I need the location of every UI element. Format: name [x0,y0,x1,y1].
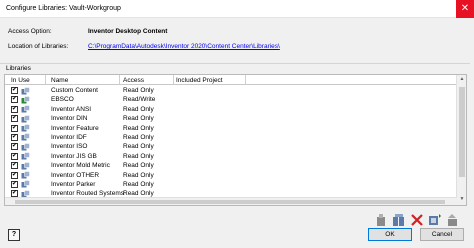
library-access: Read Only [123,115,154,123]
libraries-rows: ✔ Custom Content Read Only ✔ EBSCO Read/Write… [5,86,457,199]
library-readonly-icon [21,161,30,170]
table-row[interactable]: ✔ Inventor JIS GB Read Only [5,152,457,161]
close-button[interactable]: ✕ [456,0,474,18]
library-name: Inventor ANSI [51,105,92,113]
library-access: Read Only [123,162,154,170]
location-link[interactable]: C:\ProgramData\Autodesk\Inventor 2020\Co… [88,43,280,50]
table-row[interactable]: ✔ Inventor IDF Read Only [5,133,457,142]
library-access: Read/Write [123,96,156,104]
table-row[interactable]: ✔ Inventor ANSI Read Only [5,105,457,114]
in-use-checkbox[interactable]: ✔ [11,124,18,132]
library-access: Read Only [123,87,154,94]
in-use-checkbox[interactable]: ✔ [11,105,18,113]
library-name: Inventor Mold Metric [51,162,110,170]
table-row[interactable]: ✔ Inventor Mold Metric Read Only [5,161,457,170]
in-use-checkbox[interactable]: ✔ [11,162,18,170]
column-header-included-project[interactable]: Included Project [176,77,223,84]
library-readonly-icon [21,124,30,132]
vertical-scrollbar[interactable]: ▲ ▼ [456,75,466,205]
library-access: Read Only [123,171,154,179]
library-readonly-icon [21,152,30,160]
in-use-checkbox[interactable]: ✔ [11,133,18,141]
in-use-checkbox[interactable]: ✔ [11,180,18,188]
library-name: Inventor Feature [51,124,99,132]
library-access: Read Only [123,180,154,188]
dialog-footer: ? OK Cancel [0,225,474,248]
table-row[interactable]: ✔ EBSCO Read/Write [5,95,457,104]
table-row[interactable]: ✔ Inventor DIN Read Only [5,114,457,123]
library-readonly-icon [21,133,30,141]
table-row[interactable]: ✔ Inventor ISO Read Only [5,142,457,151]
library-name: Inventor JIS GB [51,152,97,160]
location-label: Location of Libraries: [8,43,69,50]
library-readonly-icon [21,143,30,151]
column-header-access[interactable]: Access [123,77,144,84]
library-readonly-icon [21,114,30,123]
ok-button[interactable]: OK [368,228,412,241]
in-use-checkbox[interactable]: ✔ [11,143,18,151]
help-button[interactable]: ? [8,229,20,241]
libraries-section-label: Libraries [6,65,31,72]
grid-header: In Use Name Access Included Project [5,75,457,85]
library-access: Read Only [123,152,154,160]
library-readonly-icon [21,171,30,179]
library-readwrite-icon [21,96,30,104]
horizontal-scrollbar[interactable] [5,197,457,205]
library-name: Inventor IDF [51,133,87,141]
table-row[interactable]: ✔ Inventor Feature Read Only [5,124,457,133]
title-bar: Configure Libraries: Vault-Workgroup ✕ [0,0,474,18]
in-use-checkbox[interactable]: ✔ [11,87,18,94]
library-access: Read Only [123,143,154,151]
access-option-label: Access Option: [8,28,52,35]
in-use-checkbox[interactable]: ✔ [11,152,18,160]
library-access: Read Only [123,124,154,132]
library-access: Read Only [123,133,154,141]
in-use-checkbox[interactable]: ✔ [11,115,18,123]
access-option-value: Inventor Desktop Content [88,28,168,35]
library-access: Read Only [123,105,154,113]
library-readonly-icon [21,180,30,188]
dialog-body: Access Option: Inventor Desktop Content … [0,18,474,248]
library-readonly-icon [21,105,30,113]
library-name: Inventor Parker [51,180,96,188]
column-header-name[interactable]: Name [51,77,68,84]
library-name: Custom Content [51,87,98,94]
library-name: Inventor DIN [51,115,88,123]
library-readonly-icon [21,86,30,95]
scroll-up-icon[interactable]: ▲ [459,76,465,84]
table-row[interactable]: ✔ Inventor OTHER Read Only [5,171,457,180]
libraries-grid[interactable]: In Use Name Access Included Project ✔ Cus… [4,74,467,206]
libraries-section: Libraries [0,63,470,72]
horizontal-scroll-thumb[interactable] [15,200,445,204]
library-name: Inventor ISO [51,143,88,151]
cancel-button[interactable]: Cancel [420,228,464,241]
scroll-down-icon[interactable]: ▼ [459,196,465,204]
table-row[interactable]: ✔ Inventor Parker Read Only [5,180,457,189]
library-name: Inventor OTHER [51,171,100,179]
column-header-in-use[interactable]: In Use [11,77,30,84]
library-name: EBSCO [51,96,74,104]
window-title: Configure Libraries: Vault-Workgroup [6,5,121,12]
in-use-checkbox[interactable]: ✔ [11,171,18,179]
vertical-scroll-thumb[interactable] [459,87,465,177]
in-use-checkbox[interactable]: ✔ [11,96,18,104]
table-row[interactable]: ✔ Custom Content Read Only [5,86,457,95]
